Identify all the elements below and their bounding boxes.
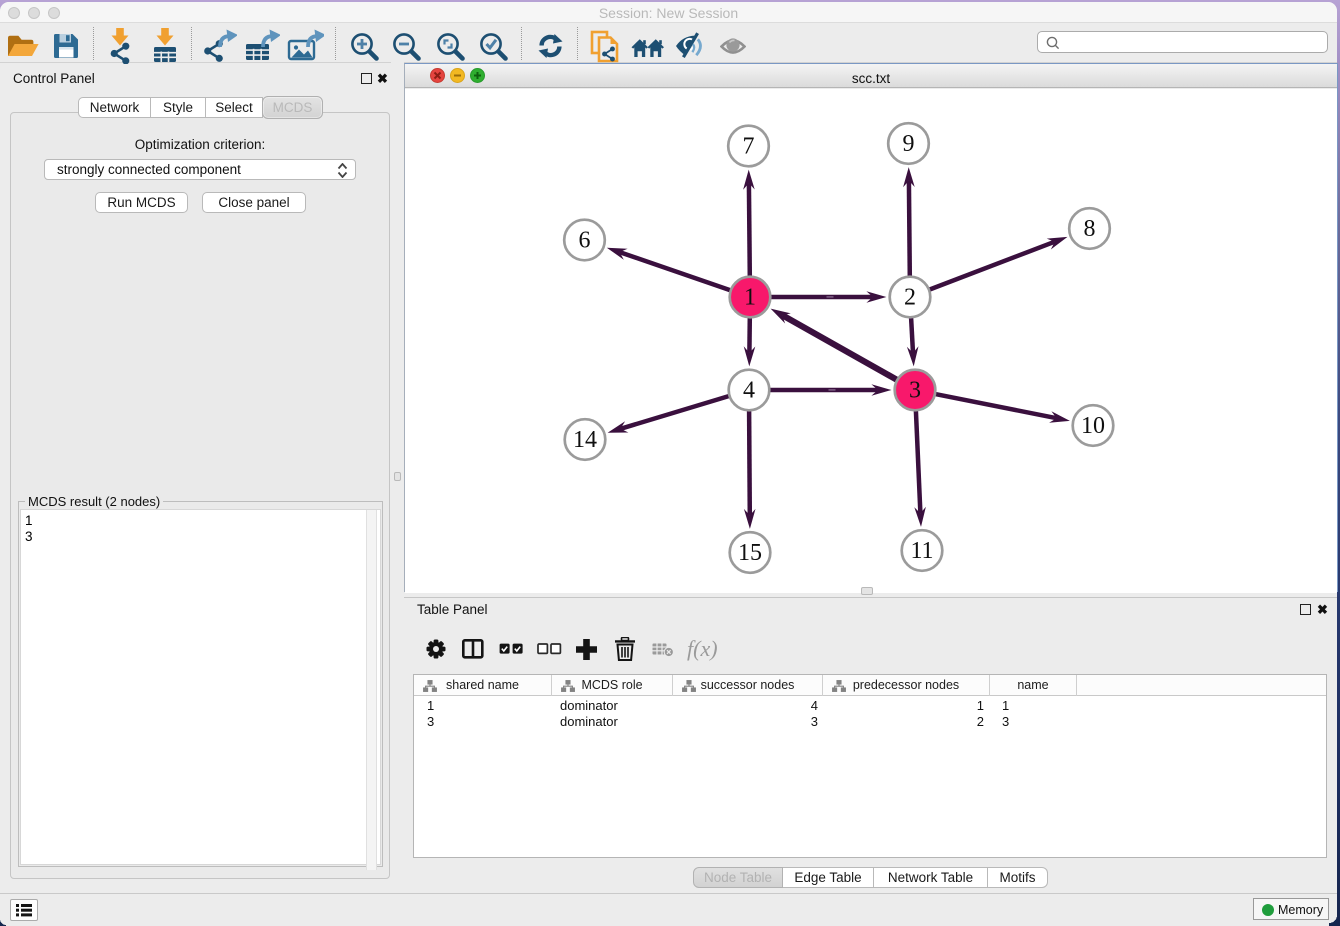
svg-text:14: 14 (573, 427, 597, 453)
svg-text:1: 1 (744, 285, 756, 311)
svg-text:15: 15 (738, 540, 762, 566)
svg-text:11: 11 (910, 538, 933, 564)
svg-text:3: 3 (909, 378, 921, 404)
svg-text:6: 6 (579, 228, 591, 254)
svg-text:4: 4 (743, 378, 755, 404)
svg-text:9: 9 (903, 131, 915, 157)
svg-text:10: 10 (1081, 413, 1105, 439)
svg-text:8: 8 (1084, 216, 1096, 242)
svg-text:7: 7 (743, 134, 755, 160)
svg-text:2: 2 (904, 285, 916, 311)
